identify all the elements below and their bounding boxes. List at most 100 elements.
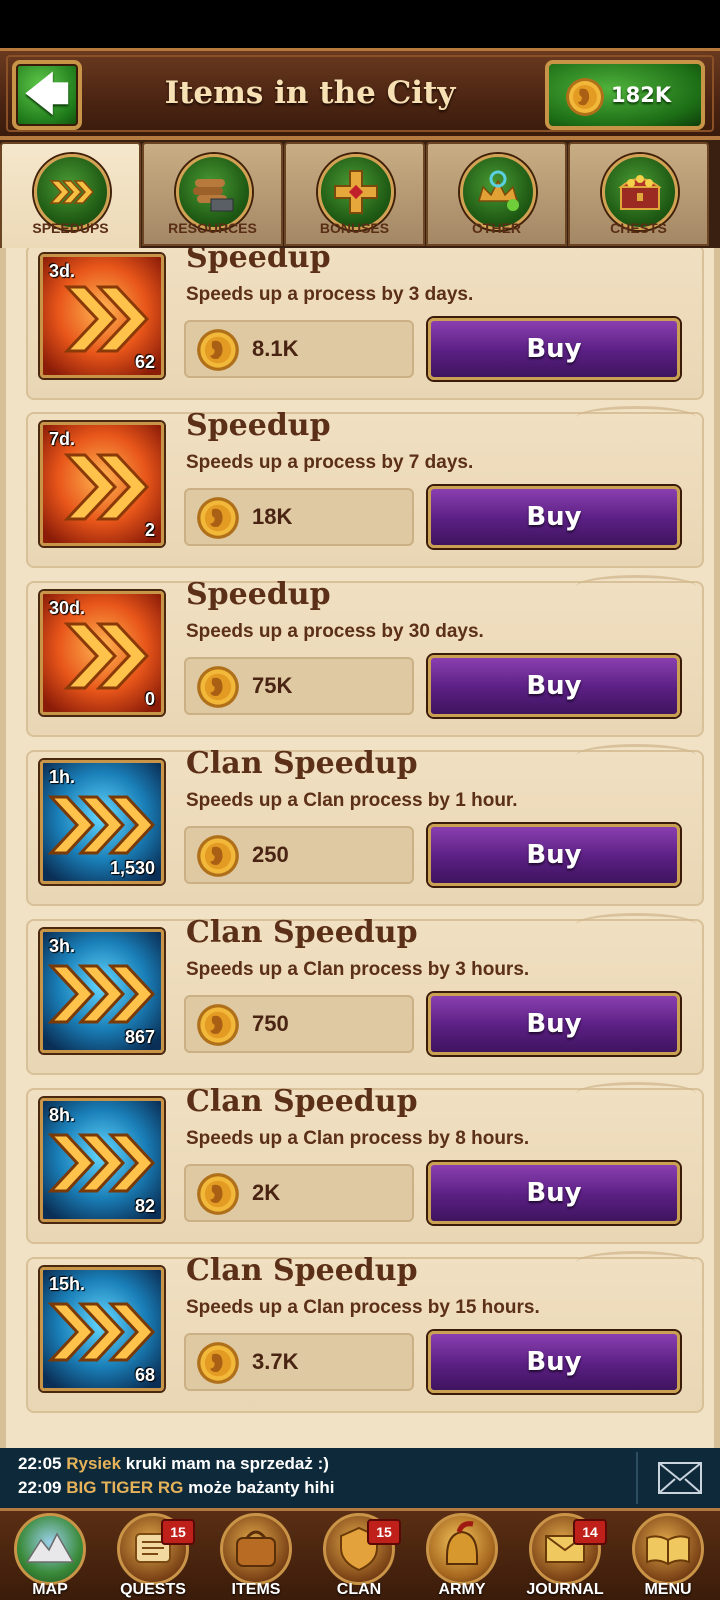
clan-speedup-item-icon[interactable]: 8h. 82 <box>40 1098 164 1222</box>
gold-counter[interactable]: 182K <box>545 60 705 130</box>
item-price: 250 <box>252 842 289 867</box>
gold-coin-icon <box>197 666 239 708</box>
back-button[interactable]: 🡄 <box>12 60 82 130</box>
item-name: Clan Speedup <box>186 1253 418 1288</box>
owned-count: 0 <box>144 689 155 709</box>
chat-user: Rysiek <box>66 1454 122 1473</box>
army-icon <box>426 1513 498 1585</box>
duration-label: 3h. <box>49 936 76 956</box>
list-item: 8h. 82 Clan Speedup Speeds up a Clan pro… <box>26 1082 704 1244</box>
nav-label: ITEMS <box>231 1581 281 1598</box>
tab-label: RESOURCES <box>168 220 257 236</box>
tab-label: BONUSES <box>319 220 390 236</box>
buy-label: Buy <box>526 334 582 364</box>
tab-label: SPEEDUPS <box>32 220 109 236</box>
nav-items[interactable]: ITEMS <box>206 1511 306 1600</box>
notification-badge: 14 <box>573 1519 607 1545</box>
item-name: Speedup <box>186 577 331 612</box>
list-item: 30d. 0 Speedup Speeds up a process by 30… <box>26 575 704 737</box>
price-box: 8.1K <box>184 320 414 378</box>
nav-menu[interactable]: MENU <box>618 1511 718 1600</box>
gold-coin-icon <box>197 497 239 539</box>
owned-count: 68 <box>134 1365 155 1385</box>
bottom-navigation: MAP 15 QUESTS ITEMS 15 CLAN ARMY 14 JOUR… <box>0 1508 720 1600</box>
owned-count: 82 <box>134 1196 155 1216</box>
item-description: Speeds up a process by 30 days. <box>186 621 484 642</box>
buy-button[interactable]: Buy <box>428 1331 680 1393</box>
nav-label: ARMY <box>438 1581 486 1598</box>
item-name: Clan Speedup <box>186 1084 418 1119</box>
price-box: 3.7K <box>184 1333 414 1391</box>
tab-speedups[interactable]: SPEEDUPS <box>0 142 141 250</box>
price-box: 750 <box>184 995 414 1053</box>
nav-label: CLAN <box>336 1581 382 1598</box>
item-list[interactable]: 3d. 62 Speedup Speeds up a process by 3 … <box>0 248 720 1448</box>
item-description: Speeds up a process by 7 days. <box>186 452 474 473</box>
tab-bonuses[interactable]: BONUSES <box>284 142 425 246</box>
nav-map[interactable]: MAP <box>0 1511 100 1600</box>
nav-label: JOURNAL <box>526 1581 604 1598</box>
item-name: Clan Speedup <box>186 915 418 950</box>
buy-button[interactable]: Buy <box>428 1162 680 1224</box>
nav-quests[interactable]: 15 QUESTS <box>103 1511 203 1600</box>
clan-speedup-item-icon[interactable]: 15h. 68 <box>40 1267 164 1391</box>
nav-label: QUESTS <box>120 1581 186 1598</box>
category-tabs: SPEEDUPS RESOURCES BONUSES OTHER CHESTS <box>0 140 720 250</box>
tab-other[interactable]: OTHER <box>426 142 567 246</box>
notification-badge: 15 <box>161 1519 195 1545</box>
price-box: 250 <box>184 826 414 884</box>
buy-button[interactable]: Buy <box>428 655 680 717</box>
nav-clan[interactable]: 15 CLAN <box>309 1511 409 1600</box>
speedup-item-icon[interactable]: 7d. 2 <box>40 422 164 546</box>
duration-label: 1h. <box>49 767 76 787</box>
buy-label: Buy <box>526 840 582 870</box>
menu-icon <box>632 1513 704 1585</box>
tab-chests[interactable]: CHESTS <box>568 142 709 246</box>
buy-label: Buy <box>526 502 582 532</box>
price-box: 2K <box>184 1164 414 1222</box>
item-price: 8.1K <box>252 336 299 361</box>
nav-army[interactable]: ARMY <box>412 1511 512 1600</box>
gold-coin-icon <box>197 1342 239 1384</box>
list-item: 7d. 2 Speedup Speeds up a process by 7 d… <box>26 406 704 568</box>
tab-label: OTHER <box>472 220 521 236</box>
chat-user: BIG TIGER RG <box>66 1478 184 1497</box>
buy-button[interactable]: Buy <box>428 486 680 548</box>
item-price: 3.7K <box>252 1349 299 1374</box>
other-icon <box>460 154 536 230</box>
buy-label: Buy <box>526 1347 582 1377</box>
tab-label: CHESTS <box>610 220 667 236</box>
chat-message: 22:09 BIG TIGER RG może bażanty hihi <box>18 1478 335 1498</box>
resources-icon <box>176 154 252 230</box>
map-icon <box>14 1513 86 1585</box>
buy-button[interactable]: Buy <box>428 993 680 1055</box>
buy-button[interactable]: Buy <box>428 318 680 380</box>
gold-coin-icon <box>197 1004 239 1046</box>
envelope-icon <box>658 1462 702 1494</box>
page-title: Items in the City <box>164 75 456 111</box>
mail-button[interactable] <box>636 1452 716 1504</box>
tab-resources[interactable]: RESOURCES <box>142 142 283 246</box>
item-name: Speedup <box>186 248 331 275</box>
chat-preview[interactable]: 22:05 Rysiek kruki mam na sprzedaż :) 22… <box>0 1448 720 1508</box>
item-description: Speeds up a Clan process by 8 hours. <box>186 1128 530 1149</box>
items-icon <box>220 1513 292 1585</box>
bonuses-icon <box>318 154 394 230</box>
duration-label: 3d. <box>49 261 76 281</box>
chat-time: 22:09 <box>18 1478 62 1497</box>
notification-badge: 15 <box>367 1519 401 1545</box>
buy-button[interactable]: Buy <box>428 824 680 886</box>
owned-count: 1,530 <box>109 858 155 878</box>
price-box: 18K <box>184 488 414 546</box>
item-price: 75K <box>252 673 293 698</box>
item-description: Speeds up a Clan process by 1 hour. <box>186 790 518 811</box>
buy-label: Buy <box>526 1178 582 1208</box>
gold-coin-icon <box>197 1173 239 1215</box>
chat-text: może bażanty hihi <box>188 1478 335 1497</box>
speedup-item-icon[interactable]: 30d. 0 <box>40 591 164 715</box>
speedup-item-icon[interactable]: 3d. 62 <box>40 254 164 378</box>
clan-speedup-item-icon[interactable]: 1h. 1,530 <box>40 760 164 884</box>
clan-speedup-item-icon[interactable]: 3h. 867 <box>40 929 164 1053</box>
list-item: 3d. 62 Speedup Speeds up a process by 3 … <box>26 248 704 400</box>
nav-journal[interactable]: 14 JOURNAL <box>515 1511 615 1600</box>
